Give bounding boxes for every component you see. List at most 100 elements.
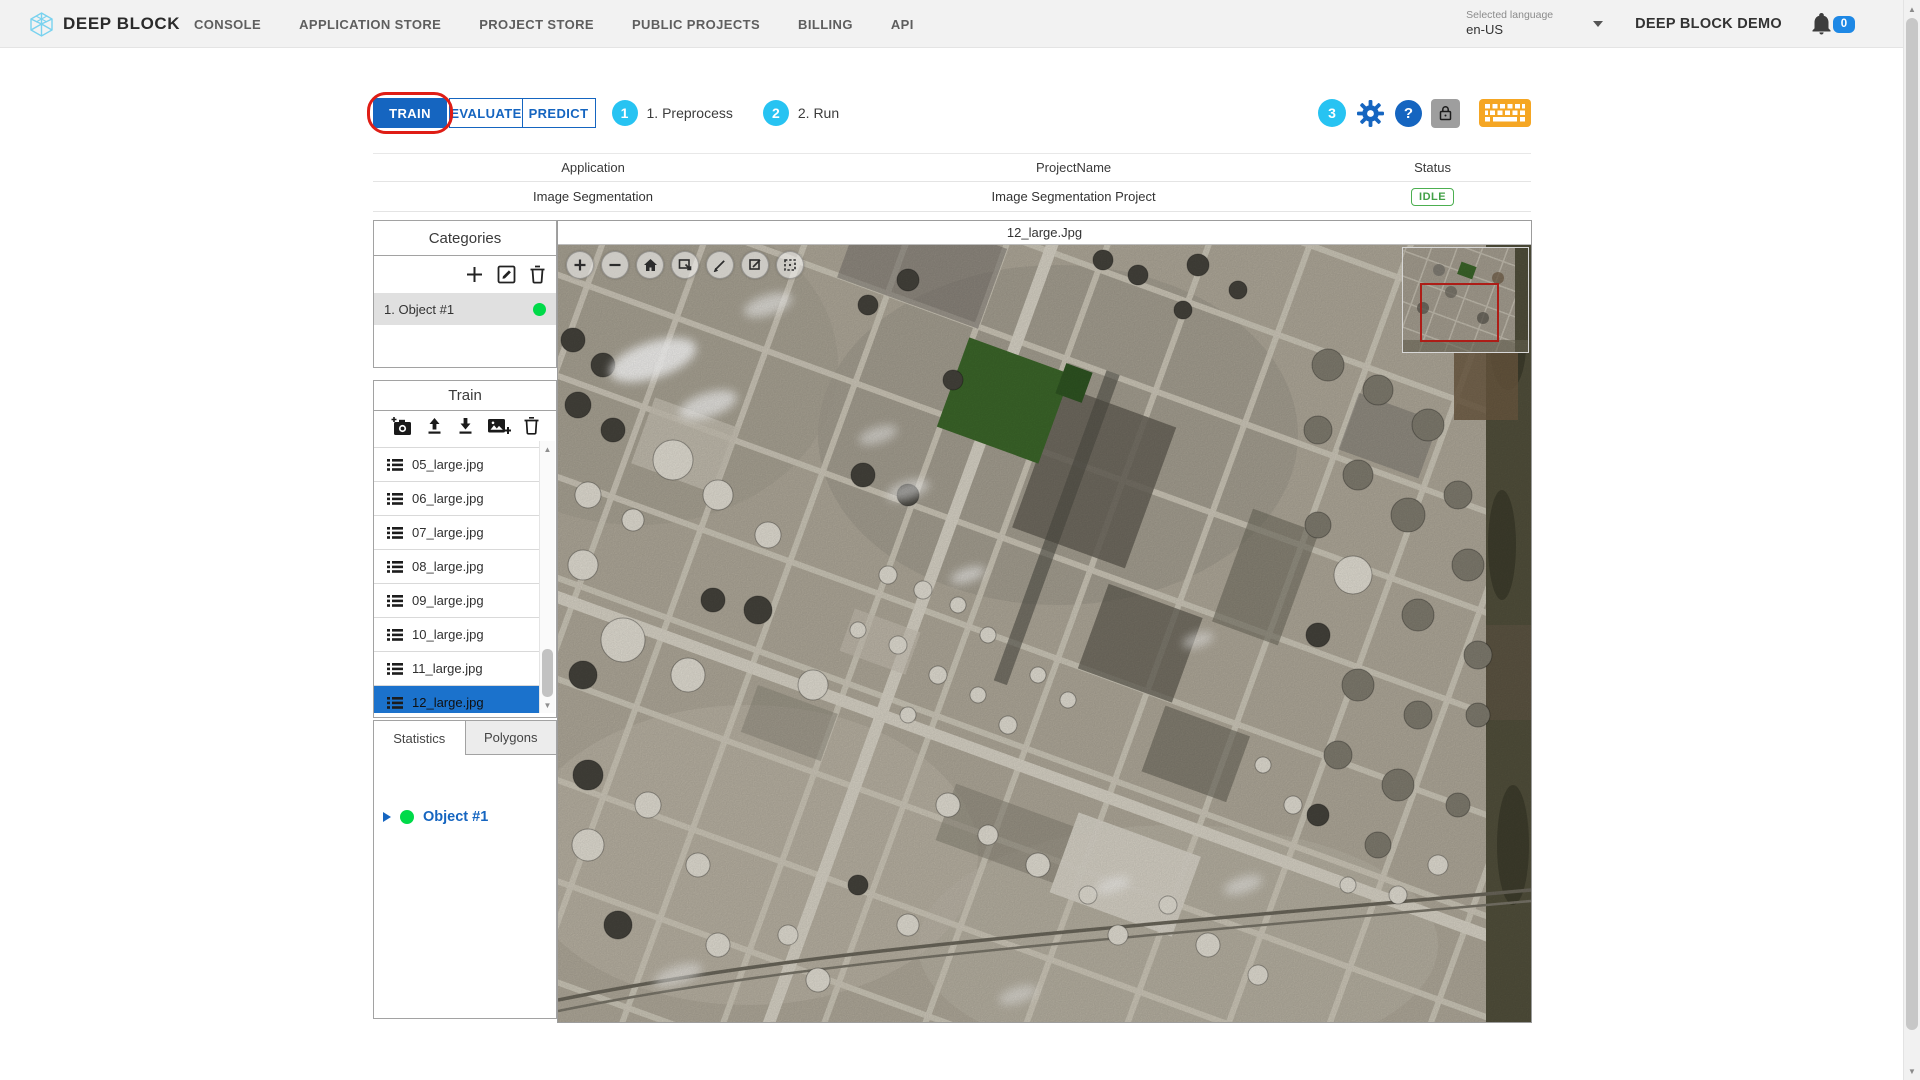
keyboard-shortcuts-button[interactable] — [1479, 97, 1531, 129]
col-status: Status — [1414, 160, 1451, 175]
file-row[interactable]: 11_large.jpg — [374, 652, 540, 686]
list-icon — [387, 560, 403, 574]
statistics-panel: Statistics Polygons Object #1 — [373, 720, 557, 1019]
add-image-button[interactable] — [487, 416, 511, 436]
train-panel: Train 05_large.jpg 06_large.jpg 07_large… — [373, 380, 557, 718]
overview-minimap[interactable] — [1402, 247, 1529, 353]
step-preprocess[interactable]: 1 1. Preprocess — [611, 100, 733, 126]
map-toolbar — [566, 251, 804, 279]
step-1-circle[interactable]: 1 — [611, 100, 638, 126]
upload-button[interactable] — [425, 416, 444, 436]
language-label: Selected language — [1466, 9, 1554, 22]
file-row[interactable]: 05_large.jpg — [374, 448, 540, 482]
list-icon — [387, 526, 403, 540]
list-icon — [387, 492, 403, 506]
category-item-label: 1. Object #1 — [384, 301, 455, 317]
category-item[interactable]: 1. Object #1 — [374, 293, 556, 325]
menu-item-console[interactable]: CONSOLE — [194, 17, 261, 32]
categories-title: Categories — [374, 221, 556, 256]
keyboard-icon — [1479, 97, 1531, 129]
list-icon — [387, 696, 403, 710]
nav-right-cluster: Selected language en-US DEEP BLOCK DEMO … — [1466, 0, 1855, 48]
train-file-list[interactable]: 04_large.jpg 05_large.jpg 06_large.jpg 0… — [374, 441, 540, 713]
viewport-rectangle[interactable] — [1420, 283, 1499, 342]
zoom-out-button[interactable] — [601, 251, 629, 279]
project-table: Application ProjectName Status Image Seg… — [373, 153, 1531, 212]
predict-tab[interactable]: PREDICT — [521, 98, 596, 128]
project-table-row[interactable]: Image Segmentation Image Segmentation Pr… — [373, 182, 1531, 212]
satellite-canvas[interactable] — [558, 245, 1531, 1022]
stats-tree-item[interactable]: Object #1 — [383, 809, 556, 825]
lock-icon — [1438, 105, 1453, 121]
scroll-up-icon[interactable]: ▲ — [1904, 1, 1920, 17]
object-color-dot — [400, 810, 414, 824]
edit-polygon-button[interactable] — [741, 251, 769, 279]
status-badge: IDLE — [1411, 187, 1455, 206]
list-icon — [387, 662, 403, 676]
settings-gear-icon[interactable] — [1355, 98, 1386, 129]
step-2-circle[interactable]: 2 — [762, 100, 789, 126]
file-row[interactable]: 06_large.jpg — [374, 482, 540, 516]
categories-panel: Categories 1. Object #1 — [373, 220, 557, 368]
object-label: Object #1 — [423, 809, 489, 825]
delete-category-button[interactable] — [528, 264, 547, 285]
train-toolbar — [374, 411, 556, 441]
step-3-circle[interactable]: 3 — [1318, 99, 1346, 127]
capture-image-button[interactable] — [390, 416, 413, 437]
home-view-button[interactable] — [636, 251, 664, 279]
expand-arrow-icon[interactable] — [383, 812, 391, 822]
export-view-button[interactable] — [671, 251, 699, 279]
scroll-down-icon[interactable]: ▼ — [540, 698, 555, 712]
delete-image-button[interactable] — [523, 416, 540, 436]
list-icon — [387, 458, 403, 472]
page-scrollbar-thumb[interactable] — [1906, 18, 1918, 1030]
scroll-down-icon[interactable]: ▼ — [1904, 1063, 1920, 1079]
menu-item-application-store[interactable]: APPLICATION STORE — [299, 17, 441, 32]
account-name[interactable]: DEEP BLOCK DEMO — [1635, 16, 1782, 32]
image-viewer: 12_large.Jpg — [557, 220, 1532, 1023]
edit-category-button[interactable] — [496, 264, 517, 285]
mode-tabs: TRAIN EVALUATE PREDICT 1 1. Preprocess 2… — [367, 92, 839, 134]
file-row[interactable]: 09_large.jpg — [374, 584, 540, 618]
file-list-scrollbar[interactable]: ▲ ▼ — [539, 441, 555, 713]
bell-icon — [1812, 13, 1831, 35]
category-color-dot — [533, 302, 546, 316]
top-navigation: DEEP BLOCK CONSOLE APPLICATION STORE PRO… — [0, 0, 1903, 48]
file-row[interactable]: 07_large.jpg — [374, 516, 540, 550]
scroll-up-icon[interactable]: ▲ — [540, 442, 555, 456]
file-row[interactable]: 08_large.jpg — [374, 550, 540, 584]
file-row[interactable]: 04_large.jpg — [374, 441, 540, 448]
lock-button[interactable] — [1431, 98, 1460, 128]
mode-row-icons: 3 ? — [1318, 98, 1531, 128]
tab-statistics[interactable]: Statistics — [374, 721, 466, 755]
notifications[interactable]: 0 — [1812, 13, 1855, 35]
zoom-in-button[interactable] — [566, 251, 594, 279]
language-selector[interactable]: Selected language en-US — [1466, 9, 1553, 38]
chevron-down-icon[interactable] — [1593, 21, 1604, 27]
file-row-selected[interactable]: 12_large.jpg — [374, 686, 540, 713]
add-category-button[interactable] — [464, 264, 485, 285]
train-tab[interactable]: TRAIN — [367, 92, 453, 134]
menu-item-public-projects[interactable]: PUBLIC PROJECTS — [632, 17, 760, 32]
step-run[interactable]: 2 2. Run — [762, 100, 839, 126]
stats-tabbar: Statistics Polygons — [374, 721, 556, 755]
menu-item-billing[interactable]: BILLING — [798, 17, 853, 32]
page-scrollbar[interactable]: ▲ ▼ — [1903, 0, 1920, 1080]
col-application: Application — [561, 160, 625, 175]
file-list-scrollbar-thumb[interactable] — [542, 649, 553, 697]
tab-polygons[interactable]: Polygons — [465, 721, 556, 755]
menu-item-project-store[interactable]: PROJECT STORE — [479, 17, 594, 32]
col-project-name: ProjectName — [1036, 160, 1112, 175]
workflow-steps: 1 1. Preprocess 2 2. Run — [611, 100, 839, 126]
evaluate-tab[interactable]: EVALUATE — [449, 98, 523, 128]
file-row[interactable]: 10_large.jpg — [374, 618, 540, 652]
satellite-image — [558, 245, 1531, 1022]
draw-polygon-button[interactable] — [706, 251, 734, 279]
select-region-button[interactable] — [776, 251, 804, 279]
menu-item-api[interactable]: API — [891, 17, 914, 32]
download-button[interactable] — [456, 416, 475, 436]
project-name-value: Image Segmentation Project — [991, 189, 1156, 204]
help-icon[interactable]: ? — [1395, 99, 1422, 127]
categories-toolbar — [374, 256, 556, 293]
brand[interactable]: DEEP BLOCK — [28, 0, 180, 48]
